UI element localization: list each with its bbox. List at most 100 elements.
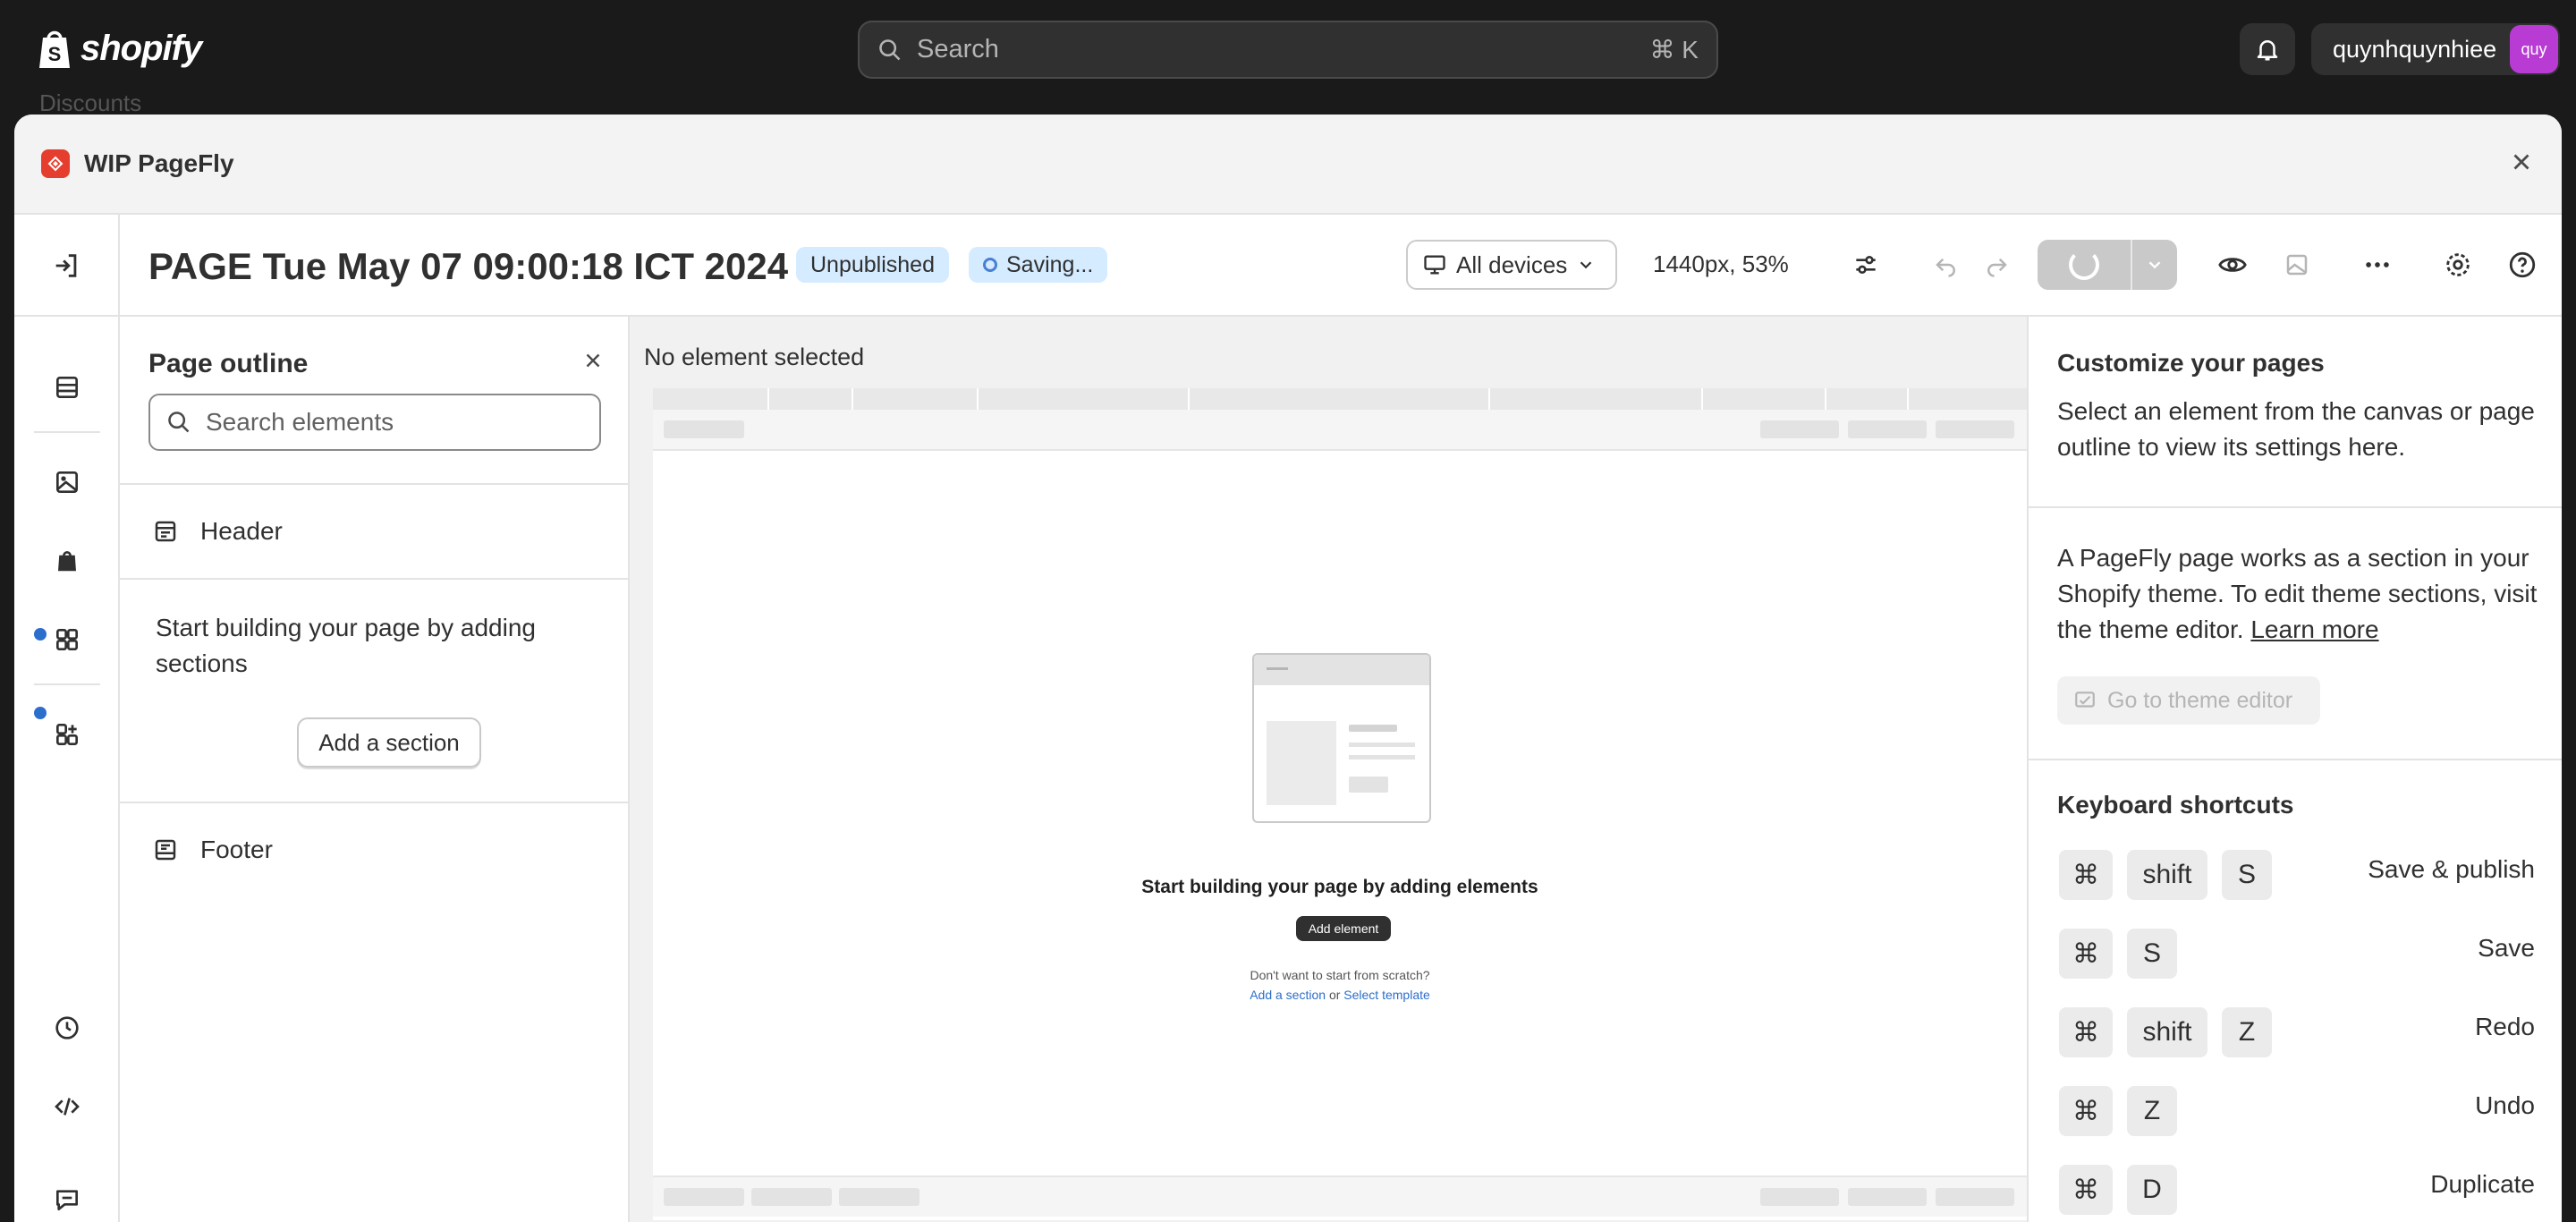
- shortcut-key: ⌘: [2059, 850, 2113, 900]
- sidebar-item-elements[interactable]: [45, 617, 89, 662]
- notifications-button[interactable]: [2240, 23, 2295, 75]
- code-icon: [55, 1098, 80, 1116]
- add-section-link[interactable]: Add a section: [1250, 988, 1326, 1002]
- user-menu[interactable]: quynhquynhiee quy: [2311, 23, 2560, 75]
- save-options-button[interactable]: [2131, 240, 2177, 290]
- search-placeholder: Search: [917, 35, 999, 64]
- header-section-icon: [155, 521, 176, 542]
- editor-icon-sidebar: [14, 317, 120, 1222]
- customize-title: Customize your pages: [2057, 349, 2325, 377]
- shortcut-key: ⌘: [2059, 929, 2113, 979]
- shortcut-key: Z: [2127, 1086, 2177, 1136]
- search-shortcut: ⌘ K: [1649, 36, 1699, 64]
- select-template-link[interactable]: Select template: [1343, 988, 1430, 1002]
- shopify-logo[interactable]: S shopify: [36, 27, 202, 70]
- sidebar-item-history[interactable]: [45, 1006, 89, 1050]
- shortcut-label: Undo: [2475, 1091, 2535, 1119]
- undo-icon: [1936, 258, 1955, 277]
- canvas-ruler: [653, 388, 2027, 410]
- panel-divider: [2029, 506, 2562, 508]
- canvas-scratch-text: Don't want to start from scratch?: [1250, 968, 1430, 982]
- more-actions-button[interactable]: [2358, 245, 2397, 284]
- customize-text: Select an element from the canvas or pag…: [2057, 397, 2535, 461]
- theme-editor-icon: [2075, 692, 2095, 708]
- device-select[interactable]: All devices: [1406, 240, 1617, 290]
- close-icon: [586, 353, 600, 368]
- grid-icon: [56, 629, 78, 650]
- sliders-icon: [1856, 256, 1876, 274]
- media-icon: [56, 471, 78, 493]
- shortcut-row: ⌘ S Save: [2029, 929, 2562, 982]
- shopify-wordmark: shopify: [80, 28, 202, 68]
- bell-icon: [2257, 40, 2278, 61]
- sidebar-item-apps[interactable]: [45, 712, 89, 757]
- eye-icon: [2218, 258, 2247, 272]
- exit-icon: [55, 254, 77, 277]
- sidebar-item-chat[interactable]: [45, 1177, 89, 1222]
- image-icon: [2286, 254, 2308, 276]
- svg-text:S: S: [48, 43, 62, 65]
- outline-empty-text: Start building your page by adding secti…: [156, 614, 536, 677]
- page-settings-button[interactable]: [2438, 245, 2478, 284]
- canvas-frame[interactable]: Start building your page by adding eleme…: [653, 388, 2027, 1220]
- redo-icon: [1987, 258, 2007, 277]
- sidebar-item-media[interactable]: [45, 460, 89, 505]
- shopify-bag-icon: [58, 551, 76, 572]
- shortcut-key: ⌘: [2059, 1086, 2113, 1136]
- modal-close-button[interactable]: [2508, 149, 2535, 180]
- shortcut-row: ⌘ D Duplicate: [2029, 1165, 2562, 1218]
- learn-more-link[interactable]: Learn more: [2250, 615, 2378, 643]
- canvas-settings-button[interactable]: [1846, 245, 1885, 284]
- chat-icon: [55, 1190, 78, 1210]
- saving-badge: Saving...: [969, 247, 1108, 283]
- add-element-button[interactable]: Add element: [1296, 916, 1391, 941]
- status-badge: Unpublished: [796, 247, 949, 283]
- background-nav-item: Discounts: [39, 89, 142, 116]
- undo-button[interactable]: [1927, 245, 1966, 284]
- or-text: or: [1328, 988, 1341, 1002]
- outline-footer-row[interactable]: Footer: [120, 802, 630, 896]
- page-preview-button[interactable]: [2277, 245, 2317, 284]
- shortcut-label: Duplicate: [2430, 1170, 2535, 1198]
- sidebar-item-shopify[interactable]: [45, 539, 89, 583]
- go-to-theme-editor-button[interactable]: Go to theme editor: [2057, 676, 2320, 725]
- modal-header: WIP PageFly: [14, 115, 2562, 215]
- outline-item-header: Header: [120, 485, 630, 578]
- exit-editor-button[interactable]: [14, 215, 120, 317]
- sidebar-item-code[interactable]: [45, 1084, 89, 1129]
- save-button[interactable]: [2038, 240, 2131, 290]
- shortcut-key: ⌘: [2059, 1165, 2113, 1215]
- help-button[interactable]: [2503, 245, 2542, 284]
- canvas-footer-placeholder: [653, 1175, 2027, 1217]
- preview-button[interactable]: [2213, 245, 2252, 284]
- shortcut-key: Z: [2222, 1007, 2272, 1057]
- editor-canvas[interactable]: No element selected Start building your …: [630, 317, 2027, 1222]
- shortcut-label: Save: [2478, 934, 2535, 962]
- saving-indicator-icon: [983, 258, 997, 272]
- theme-section-info: A PageFly page works as a section in you…: [2057, 540, 2540, 648]
- shortcut-key: D: [2127, 1165, 2177, 1215]
- search-elements-input[interactable]: Search elements: [148, 394, 601, 451]
- help-icon: [2509, 251, 2536, 278]
- global-search[interactable]: Search ⌘ K: [858, 21, 1718, 79]
- app-modal: WIP PageFly PAGE Tue May 07 09:00:18 ICT…: [14, 115, 2562, 1222]
- outline-close-button[interactable]: [581, 349, 605, 377]
- add-section-button[interactable]: Add a section: [297, 717, 481, 768]
- page-outline-panel: Page outline Search elements Header Star…: [120, 317, 630, 1222]
- pagefly-logo-icon: [41, 149, 70, 178]
- editor-toolbar: PAGE Tue May 07 09:00:18 ICT 2024 Unpubl…: [14, 215, 2562, 317]
- redo-button[interactable]: [1977, 245, 2016, 284]
- outline-header-label: Header: [200, 517, 283, 545]
- sidebar-item-outline[interactable]: [45, 365, 89, 410]
- canvas-header-placeholder: [653, 410, 2027, 451]
- more-horizontal-icon: [2366, 262, 2389, 267]
- search-elements-placeholder: Search elements: [206, 408, 394, 436]
- shortcut-row: ⌘ shift Z Redo: [2029, 1007, 2562, 1061]
- outline-header-row[interactable]: Header: [120, 483, 630, 578]
- settings-panel: Customize your pages Select an element f…: [2027, 317, 2562, 1222]
- loading-spinner-icon: [2069, 250, 2099, 280]
- search-icon: [168, 412, 190, 433]
- selection-status: No element selected: [644, 344, 865, 370]
- shopify-bag-icon: S: [39, 30, 70, 68]
- shortcut-key: S: [2127, 929, 2177, 979]
